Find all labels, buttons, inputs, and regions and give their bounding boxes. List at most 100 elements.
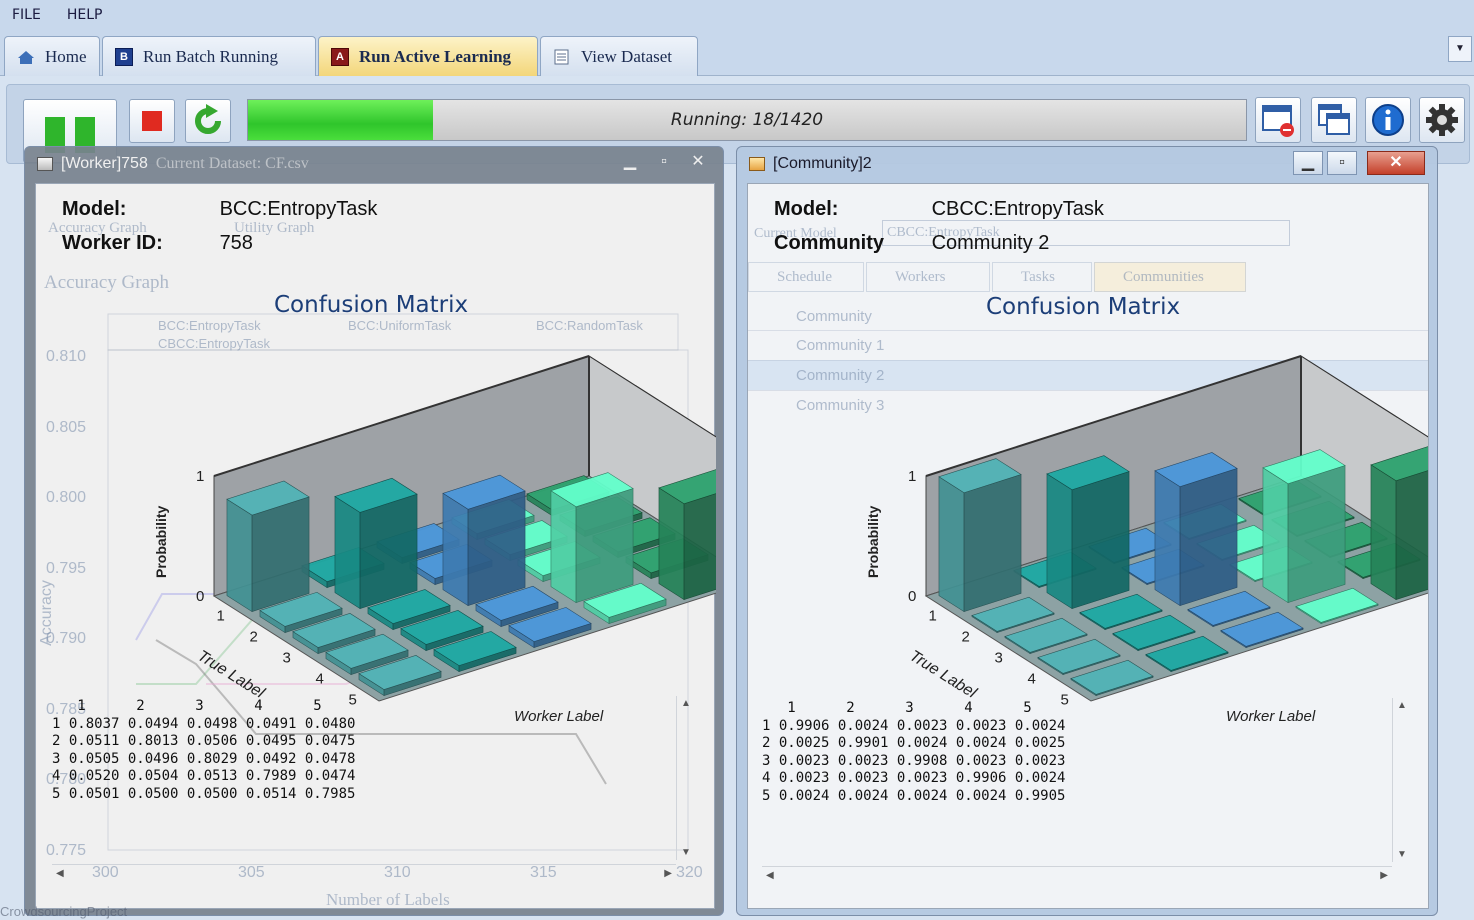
ghost-ytick: 0.775 <box>46 841 87 859</box>
ghost-accuracy-title: Accuracy Graph <box>44 272 170 293</box>
x-axis-label: True Label <box>906 647 979 702</box>
model-row: Model: CBCC:EntropyTask <box>774 198 1104 221</box>
scroll-down-icon[interactable]: ▼ <box>681 847 691 858</box>
x-axis-label: True Label <box>194 647 267 702</box>
tab-view-dataset-label: View Dataset <box>581 46 673 66</box>
run-progress-bar: Running: 18/1420 <box>247 99 1247 141</box>
worker-window-titlebar[interactable]: [Worker]758 Current Dataset: CF.csv ▁ ▫ … <box>25 147 723 181</box>
confusion-matrix-table: 1 2 3 4 5 1 0.8037 0.0494 0.0498 0.0491 … <box>52 698 372 803</box>
scroll-down-icon[interactable]: ▼ <box>1397 849 1407 860</box>
restart-button[interactable] <box>185 99 231 143</box>
window-icon <box>37 157 53 171</box>
minimize-icon[interactable]: ▁ <box>1293 151 1323 175</box>
ghost-subtab: Schedule <box>748 262 864 292</box>
community-window[interactable]: [Community]2 ▁ ▫ ✕ Current Model CBCC:En… <box>736 146 1438 916</box>
maximize-icon[interactable]: ▫ <box>1327 151 1357 175</box>
tab-run-batch[interactable]: B Run Batch Running <box>102 36 316 76</box>
matrix-hscroll[interactable]: ◀ ▶ <box>52 864 676 884</box>
cascade-windows-button[interactable] <box>1311 97 1357 143</box>
tab-home[interactable]: Home <box>4 36 100 76</box>
cm-bar <box>442 474 526 607</box>
tab-run-active-learning-label: Run Active Learning <box>359 46 512 66</box>
dataset-icon <box>553 48 571 66</box>
model-value: BCC:EntropyTask <box>219 198 378 220</box>
matrix-row: 5 0.0024 0.0024 0.0024 0.0024 0.9905 <box>762 787 1066 804</box>
matrix-vscroll[interactable]: ▲ ▼ <box>1392 698 1410 862</box>
cm-bar <box>1154 452 1238 607</box>
ghost-subtab: Workers <box>866 262 990 292</box>
cm-bar <box>334 477 418 610</box>
community-window-title: [Community]2 <box>773 155 872 172</box>
matrix-row: 4 0.0520 0.0504 0.0513 0.7989 0.0474 <box>52 768 356 784</box>
matrix-header: 1 2 3 4 5 <box>762 700 1083 716</box>
main-tab-bar: Home B Run Batch Running A Run Active Le… <box>0 30 1474 76</box>
y-axis-label: Probability <box>865 505 881 578</box>
minimize-icon[interactable]: ▁ <box>615 151 645 175</box>
matrix-row: 5 0.0501 0.0500 0.0500 0.0514 0.7985 <box>52 785 356 802</box>
ghost-xlabel: Number of Labels <box>326 890 450 909</box>
scroll-left-icon[interactable]: ◀ <box>766 870 774 881</box>
cm-bar <box>1046 455 1130 610</box>
refresh-icon <box>195 104 221 134</box>
y-tick-label: 1 <box>196 468 204 485</box>
close-windows-button[interactable] <box>1255 97 1301 143</box>
matrix-row: 2 0.0025 0.9901 0.0024 0.0024 0.0025 <box>762 735 1066 751</box>
cm-bar <box>1370 446 1428 601</box>
maximize-icon[interactable]: ▫ <box>649 151 679 175</box>
scroll-up-icon[interactable]: ▲ <box>1397 700 1407 711</box>
scroll-up-icon[interactable]: ▲ <box>681 698 691 709</box>
community-row: Community Community 2 <box>774 232 1049 255</box>
z-axis-label: Worker Label <box>514 708 604 725</box>
scroll-right-icon[interactable]: ▶ <box>664 868 672 879</box>
tab-view-dataset[interactable]: View Dataset <box>540 36 698 76</box>
z-axis-label: Worker Label <box>1226 708 1316 725</box>
progress-text: Running: 18/1420 <box>670 110 824 130</box>
window-icon <box>749 157 765 171</box>
x-tick-label: 1 <box>929 608 937 625</box>
y-axis-label: Probability <box>153 505 169 578</box>
scroll-right-icon[interactable]: ▶ <box>1380 870 1388 881</box>
windows-icon <box>1318 104 1350 135</box>
status-text: CrowdsourcingProject <box>0 904 128 919</box>
ghost-subtab: Communities <box>1094 262 1246 292</box>
home-icon <box>17 48 35 66</box>
tab-run-active-learning[interactable]: A Run Active Learning <box>318 36 538 76</box>
matrix-row: 2 0.0511 0.8013 0.0506 0.0495 0.0475 <box>52 733 356 749</box>
batch-icon: B <box>115 47 133 66</box>
matrix-hscroll[interactable]: ◀ ▶ <box>762 866 1392 886</box>
x-tick-label: 4 <box>1028 671 1036 688</box>
x-tick-label: 3 <box>283 650 291 667</box>
cm-bar <box>226 480 310 613</box>
active-learning-icon: A <box>331 47 349 66</box>
matrix-row: 4 0.0023 0.0023 0.0023 0.9906 0.0024 <box>762 770 1066 786</box>
stop-button[interactable] <box>129 99 175 143</box>
ghost-subtab-label: Workers <box>895 269 946 285</box>
collapse-tabs-icon[interactable]: ▼ <box>1448 36 1472 62</box>
community-value: Community 2 <box>931 232 1050 254</box>
x-tick-label: 2 <box>962 629 970 646</box>
ghost-subtab: Tasks <box>992 262 1092 292</box>
close-icon[interactable]: ✕ <box>683 151 713 175</box>
confusion-matrix-table: 1 2 3 4 5 1 0.9906 0.0024 0.0023 0.0023 … <box>762 700 1082 805</box>
info-button[interactable] <box>1365 97 1411 143</box>
cm-bar <box>1262 449 1346 604</box>
ghost-subtab-label: Schedule <box>777 269 832 285</box>
matrix-header: 1 2 3 4 5 <box>52 698 373 714</box>
worker-id-row: Worker ID: 758 <box>62 232 253 255</box>
matrix-vscroll[interactable]: ▲ ▼ <box>676 696 694 860</box>
x-tick-label: 1 <box>217 608 225 625</box>
gear-icon <box>1426 104 1458 136</box>
menu-file[interactable]: FILE <box>12 7 41 23</box>
cm-bar <box>938 458 1022 613</box>
scroll-left-icon[interactable]: ◀ <box>56 868 64 879</box>
worker-window-content: Accuracy Graph Utility Graph Accuracy Gr… <box>35 183 716 909</box>
ghost-community-header: Community <box>796 308 872 325</box>
ghost-subtab-label: Communities <box>1123 269 1204 285</box>
menu-help[interactable]: HELP <box>67 7 103 23</box>
community-window-titlebar[interactable]: [Community]2 ▁ ▫ ✕ <box>737 147 1437 181</box>
worker-window[interactable]: [Worker]758 Current Dataset: CF.csv ▁ ▫ … <box>24 146 724 916</box>
close-icon[interactable]: ✕ <box>1367 151 1425 175</box>
matrix-row: 3 0.0505 0.0496 0.8029 0.0492 0.0478 <box>52 750 356 767</box>
matrix-row: 3 0.0023 0.0023 0.9908 0.0023 0.0023 <box>762 752 1066 769</box>
settings-button[interactable] <box>1419 97 1465 143</box>
